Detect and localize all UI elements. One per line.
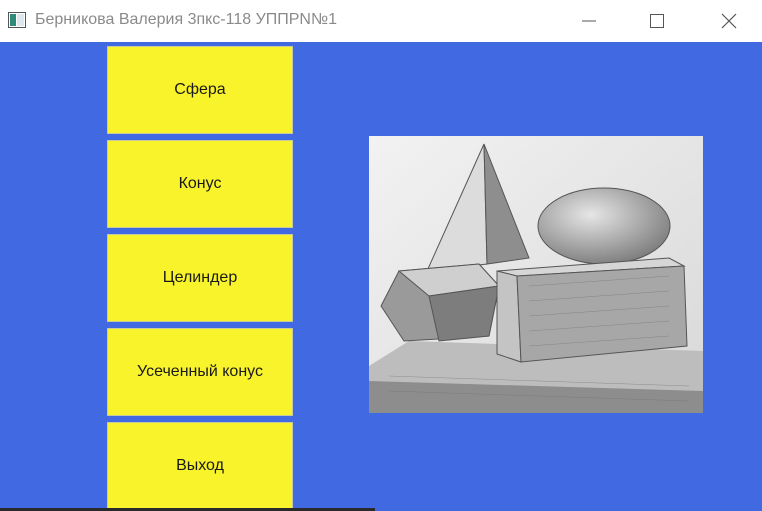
app-window-icon bbox=[8, 12, 26, 28]
cone-button[interactable]: Конус bbox=[107, 140, 293, 228]
maximize-icon bbox=[650, 14, 664, 28]
maximize-button[interactable] bbox=[634, 0, 680, 42]
sphere-button[interactable]: Сфера bbox=[107, 46, 293, 134]
close-button[interactable] bbox=[706, 0, 752, 42]
minimize-icon bbox=[582, 20, 596, 22]
title-bar: Берникова Валерия 3пкс-118 УППРN№1 bbox=[0, 0, 762, 42]
geometric-shapes-drawing bbox=[369, 136, 703, 413]
pencil-sketch-image bbox=[369, 136, 703, 413]
window-title: Берникова Валерия 3пкс-118 УППРN№1 bbox=[35, 11, 338, 28]
cylinder-button[interactable]: Целиндер bbox=[107, 234, 293, 322]
truncated-cone-button[interactable]: Усеченный конус bbox=[107, 328, 293, 416]
close-icon bbox=[721, 13, 737, 29]
minimize-button[interactable] bbox=[566, 0, 612, 42]
exit-button[interactable]: Выход bbox=[107, 422, 293, 510]
